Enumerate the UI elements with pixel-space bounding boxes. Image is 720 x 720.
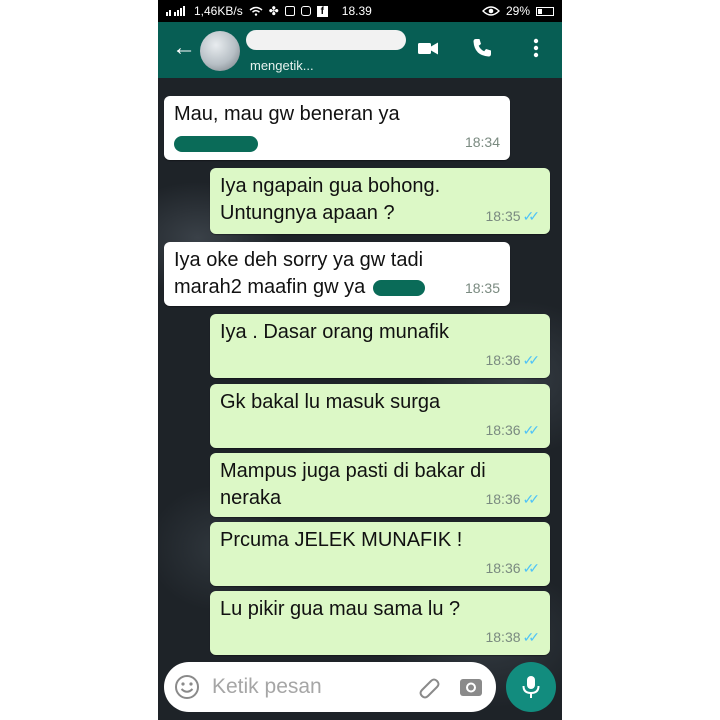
message-outgoing[interactable]: Prcuma JELEK MUNAFIK ! 18:36 ✓✓ [210,522,550,586]
message-incoming[interactable]: Mau, mau gw beneran ya 18:34 [164,96,510,160]
message-text: Lu pikir gua mau sama lu ? [220,598,461,620]
camera-icon[interactable] [458,674,484,700]
settings-icon: ✤ [268,4,279,18]
message-incoming[interactable]: Iya oke deh sorry ya gw tadi marah2 maaf… [164,242,510,306]
message-text: Iya oke deh sorry ya gw tadi [174,249,424,271]
message-text: Mampus juga pasti di bakar di [220,460,486,482]
battery-icon [536,6,554,16]
message-time: 18:35 [485,208,521,224]
read-ticks-icon: ✓✓ [522,560,541,576]
message-time: 18:36 [485,560,521,576]
message-time: 18:34 [464,134,500,150]
message-outgoing[interactable]: Mampus juga pasti di bakar di neraka 18:… [210,453,550,517]
message-time: 18:38 [485,629,521,645]
instagram-icon [300,6,311,16]
contact-name-redacted[interactable] [246,30,406,50]
read-ticks-icon: ✓✓ [522,352,541,368]
status-time: 18.39 [341,4,372,18]
mic-button[interactable] [506,662,556,712]
arrow-left-icon[interactable]: ← [172,36,196,60]
chat-header: ← mengetik... [158,22,562,78]
message-time: 18:36 [485,491,521,507]
message-text: Mau, mau gw beneran ya [174,103,400,125]
message-time: 18:36 [485,352,521,368]
message-time: 18:36 [485,422,521,438]
notification-icon [284,6,295,16]
message-outgoing[interactable]: Iya ngapain gua bohong. Untungnya apaan … [210,168,550,234]
message-input[interactable]: Ketik pesan [164,662,496,712]
read-ticks-icon: ✓✓ [522,422,541,438]
message-time: 18:35 [464,280,500,296]
video-call-icon[interactable] [416,36,440,60]
emoji-icon[interactable] [174,674,200,700]
more-vert-icon[interactable] [524,36,548,60]
read-ticks-icon: ✓✓ [522,629,541,645]
read-ticks-icon: ✓✓ [522,208,541,224]
wifi-icon [249,6,263,16]
paperclip-icon[interactable] [416,674,442,700]
phone-screen: 1,46KB/s ✤ f 18.39 29% ← mengetik... Mau… [158,0,562,720]
network-speed: 1,46KB/s [194,4,243,18]
message-text: marah2 maafin gw ya [174,276,366,298]
battery-percent: 29% [505,4,530,18]
signal-icon [166,6,185,16]
message-outgoing[interactable]: Lu pikir gua mau sama lu ? 18:38 ✓✓ [210,591,550,655]
message-text: Gk bakal lu masuk surga [220,391,441,413]
redacted-text [174,135,258,152]
message-text: Prcuma JELEK MUNAFIK ! [220,529,463,551]
status-bar: 1,46KB/s ✤ f 18.39 29% [158,0,562,22]
eye-icon [481,6,500,16]
mic-icon [522,676,540,698]
message-placeholder[interactable]: Ketik pesan [212,675,322,699]
read-ticks-icon: ✓✓ [522,491,541,507]
typing-status: mengetik... [250,58,314,73]
facebook-icon: f [316,5,328,17]
message-outgoing[interactable]: Iya . Dasar orang munafik 18:36 ✓✓ [210,314,550,378]
avatar[interactable] [200,31,240,71]
message-text: Iya ngapain gua bohong. [220,175,441,197]
phone-call-icon[interactable] [470,36,494,60]
redacted-text [372,279,425,296]
message-outgoing[interactable]: Gk bakal lu masuk surga 18:36 ✓✓ [210,384,550,448]
message-text: Iya . Dasar orang munafik [220,321,449,343]
